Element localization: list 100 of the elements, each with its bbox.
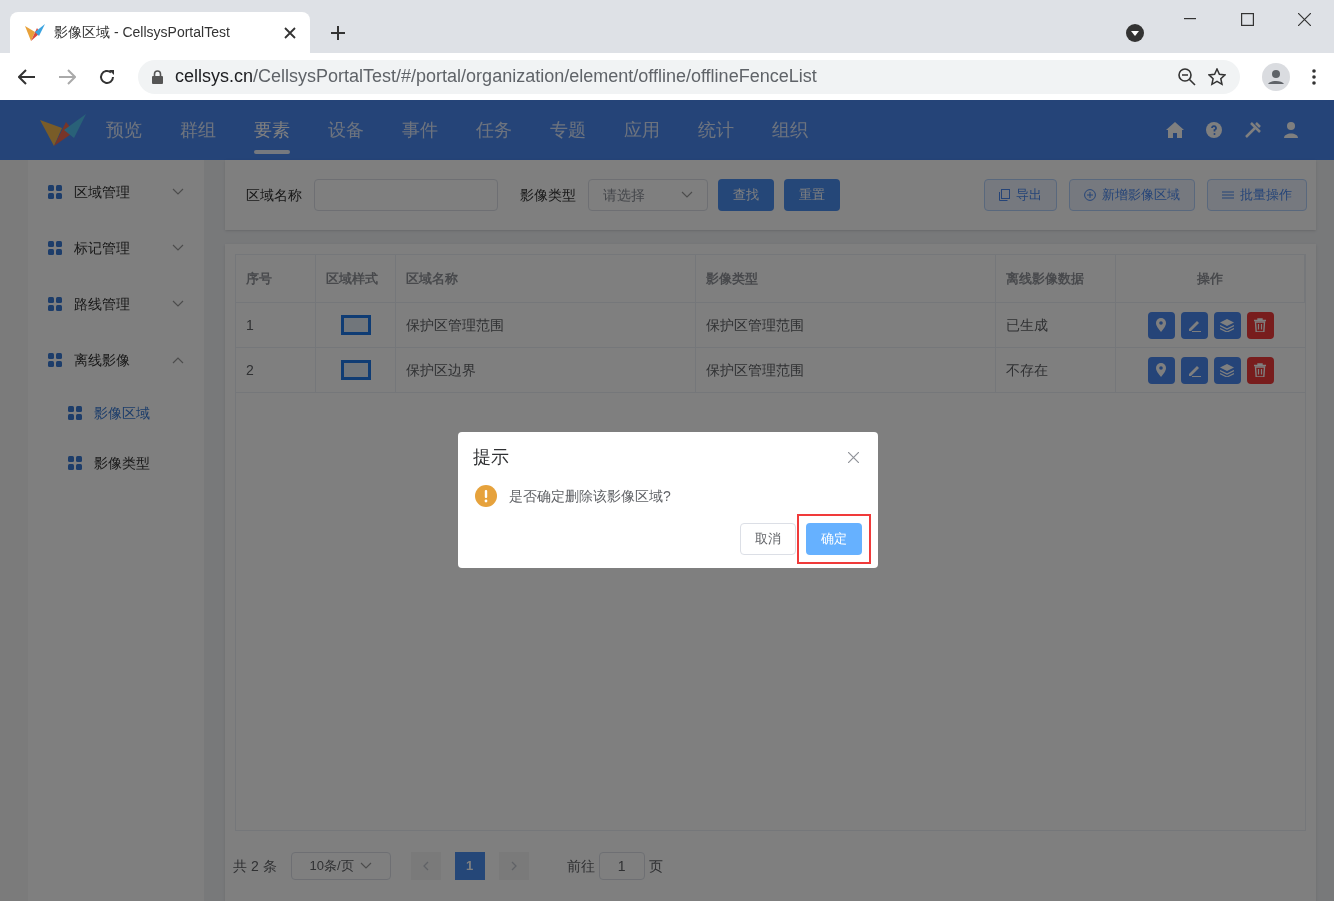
- page-input[interactable]: 1: [598, 852, 645, 880]
- sliders-icon: [1222, 190, 1234, 200]
- browser-tab[interactable]: 影像区域 - CellsysPortalTest: [10, 12, 310, 53]
- chevron-down-icon: [359, 862, 372, 870]
- chevron-right-icon: [510, 861, 517, 871]
- nav-tab[interactable]: 任务: [476, 100, 512, 160]
- table-cell-text: 保护区管理范围: [706, 360, 804, 380]
- home-icon[interactable]: [1166, 122, 1184, 138]
- sidebar-subitem[interactable]: 影像类型: [27, 438, 204, 488]
- tools-icon[interactable]: [1244, 121, 1262, 139]
- grid-icon: [67, 406, 82, 420]
- edit-button[interactable]: [1180, 311, 1208, 339]
- reset-button[interactable]: 重置: [784, 179, 840, 211]
- layers-button[interactable]: [1213, 356, 1241, 384]
- dialog-title: 提示: [473, 446, 509, 469]
- lock-icon: [152, 69, 163, 84]
- logo-icon: [24, 22, 46, 43]
- menu-icon[interactable]: [1312, 68, 1316, 85]
- nav-tab[interactable]: 统计: [698, 100, 734, 160]
- grid-icon: [47, 297, 62, 311]
- chevron-up-icon: [172, 356, 184, 364]
- nav-tab[interactable]: 群组: [180, 100, 216, 160]
- table-cell-text: 1: [246, 315, 254, 335]
- search-button[interactable]: 查找: [718, 179, 774, 211]
- profile-menu-icon[interactable]: [1126, 24, 1144, 42]
- grid-icon: [47, 353, 62, 367]
- confirm-button[interactable]: 确定: [806, 523, 862, 555]
- nav-tab[interactable]: 设备: [328, 100, 364, 160]
- sidebar-item[interactable]: 标记管理: [27, 220, 204, 276]
- logo-icon: [38, 112, 88, 148]
- chevron-down-icon: [172, 244, 184, 252]
- star-icon[interactable]: [1208, 67, 1226, 86]
- table-cell-text: 不存在: [1006, 360, 1048, 380]
- sidebar-item[interactable]: 区域管理: [27, 164, 204, 220]
- chevron-down-icon: [172, 300, 184, 308]
- add-button[interactable]: 新增影像区域: [1069, 179, 1195, 211]
- tab-title: 影像区域 - CellsysPortalTest: [54, 23, 231, 42]
- plus-circle-icon: [1084, 189, 1096, 201]
- zoom-out-icon[interactable]: [1178, 67, 1196, 86]
- grid-icon: [47, 241, 62, 255]
- field-label: 区域名称: [246, 185, 302, 205]
- table-cell-text: 已生成: [1006, 315, 1048, 335]
- nav-tab[interactable]: 组织: [772, 100, 808, 160]
- document-icon: [999, 189, 1010, 201]
- nav-tab[interactable]: 专题: [550, 100, 586, 160]
- grid-icon: [47, 185, 62, 199]
- delete-button[interactable]: [1246, 356, 1274, 384]
- edit-button[interactable]: [1180, 356, 1208, 384]
- page-size-select[interactable]: 10条/页: [290, 852, 391, 880]
- dialog-message: 是否确定删除该影像区域?: [509, 486, 671, 506]
- batch-button[interactable]: 批量操作: [1207, 179, 1307, 211]
- total-count: 共 2 条: [233, 856, 277, 876]
- goto-label: 前往: [566, 856, 595, 876]
- nav-tab[interactable]: 事件: [402, 100, 438, 160]
- grid-icon: [67, 456, 82, 470]
- nav-tab[interactable]: 要素: [254, 100, 290, 160]
- maximize-icon[interactable]: [1241, 13, 1254, 26]
- close-icon[interactable]: [1298, 13, 1311, 26]
- close-icon[interactable]: [284, 26, 296, 39]
- layers-button[interactable]: [1213, 311, 1241, 339]
- delete-button[interactable]: [1246, 311, 1274, 339]
- locate-button[interactable]: [1147, 356, 1175, 384]
- warning-icon: [475, 485, 497, 507]
- avatar-icon[interactable]: [1262, 62, 1290, 91]
- export-button[interactable]: 导出: [984, 179, 1057, 211]
- map-pin-icon: [1156, 363, 1166, 377]
- trash-icon: [1254, 363, 1266, 377]
- sidebar-subitem[interactable]: 影像区域: [27, 388, 204, 438]
- chevron-down-icon: [172, 188, 184, 196]
- user-icon[interactable]: [1284, 122, 1298, 138]
- minimize-icon[interactable]: [1184, 18, 1196, 20]
- area-style-swatch: [340, 315, 371, 335]
- new-tab-icon[interactable]: [330, 25, 346, 41]
- chevron-left-icon: [422, 861, 429, 871]
- area-style-swatch: [340, 360, 371, 380]
- layers-icon: [1220, 318, 1234, 332]
- forward-icon[interactable]: [58, 68, 76, 85]
- pencil-icon: [1187, 363, 1201, 377]
- trash-icon: [1254, 318, 1266, 332]
- table-cell-text: 保护区管理范围: [406, 315, 504, 335]
- reload-icon[interactable]: [98, 67, 116, 86]
- table-cell-text: 2: [246, 360, 254, 380]
- sidebar-item[interactable]: 离线影像: [27, 332, 204, 388]
- back-icon[interactable]: [18, 68, 36, 85]
- map-pin-icon: [1156, 318, 1166, 332]
- url-text: cellsys.cn/CellsysPortalTest/#/portal/organization/element/offline/offlineFenceList: [175, 65, 818, 88]
- cancel-button[interactable]: 取消: [740, 523, 796, 555]
- goto-suffix: 页: [648, 856, 663, 876]
- field-label: 影像类型: [520, 185, 576, 205]
- help-icon[interactable]: [1206, 122, 1222, 138]
- locate-button[interactable]: [1147, 311, 1175, 339]
- sidebar-item[interactable]: 路线管理: [27, 276, 204, 332]
- nav-tab[interactable]: 预览: [106, 100, 142, 160]
- page-button[interactable]: 1: [454, 852, 485, 880]
- table-cell-text: 保护区边界: [406, 360, 476, 380]
- nav-tab[interactable]: 应用: [624, 100, 660, 160]
- address-bar[interactable]: cellsys.cn/CellsysPortalTest/#/portal/organization/element/offline/offlineFenceList: [138, 59, 1240, 94]
- layers-icon: [1220, 363, 1234, 377]
- pencil-icon: [1187, 318, 1201, 332]
- chevron-down-icon: [681, 191, 693, 199]
